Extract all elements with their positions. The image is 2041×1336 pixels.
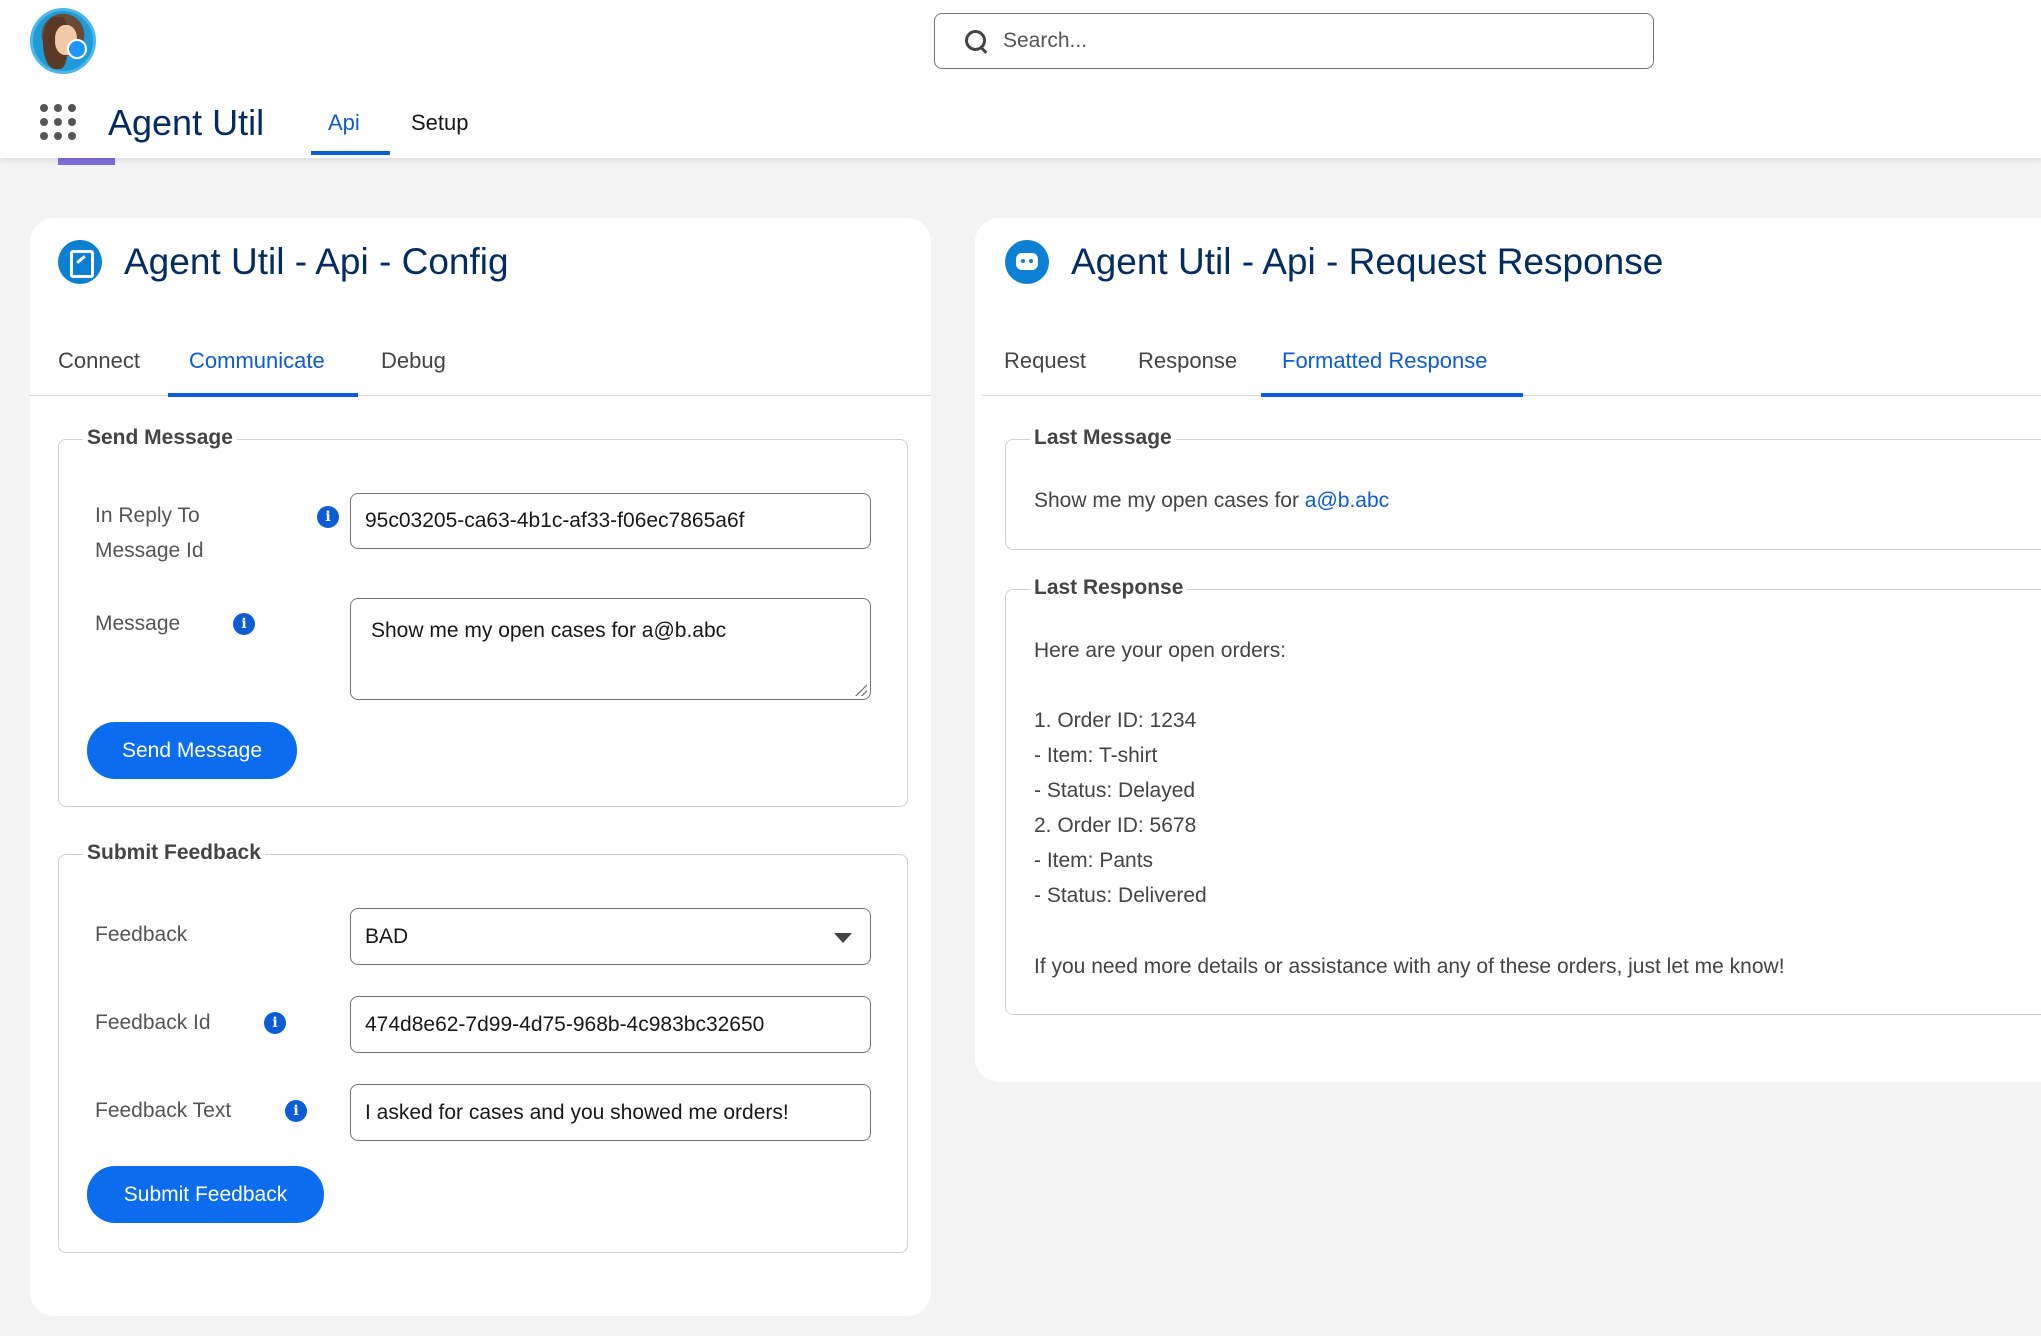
send-message-section: Send Message In Reply To Message Id i 95… [58,426,908,807]
global-search[interactable] [934,13,1654,69]
feedback-text-input[interactable]: I asked for cases and you showed me orde… [350,1084,871,1141]
app-launcher-icon[interactable] [40,104,76,140]
last-response-intro: Here are your open orders: [1034,639,1287,662]
avatar-badge-icon [67,39,87,59]
tab-formatted-response[interactable]: Formatted Response [1282,348,1487,374]
feedback-id-input[interactable]: 474d8e62-7d99-4d75-968b-4c983bc32650 [350,996,871,1053]
tab-active-indicator [1261,393,1523,397]
search-input[interactable] [1003,29,1623,53]
response-line: 1. Order ID: 1234 [1034,709,1197,732]
config-card-header: Agent Util - Api - Config [58,240,509,284]
tab-response[interactable]: Response [1138,348,1237,374]
response-line: - Item: Pants [1034,849,1154,872]
feedback-select[interactable]: BAD [350,908,871,965]
submit-feedback-button[interactable]: Submit Feedback [87,1166,324,1223]
nav-tab-api[interactable]: Api [328,110,360,136]
feedback-label: Feedback [95,923,188,946]
tab-active-indicator [168,393,358,397]
textarea-resize-handle[interactable] [855,684,867,696]
request-response-card: Agent Util - Api - Request Response Requ… [975,218,2041,1082]
config-card: Agent Util - Api - Config Connect Commun… [30,218,931,1316]
response-line: - Status: Delivered [1034,884,1207,907]
config-tabs: Connect Communicate Debug [30,314,931,397]
email-link[interactable]: a@b.abc [1305,489,1389,512]
last-response-legend: Last Response [1030,576,1188,600]
last-response-section: Last Response Here are your open orders:… [1005,576,2041,1015]
config-card-title: Agent Util - Api - Config [124,241,509,282]
nav-tab-active-indicator [311,151,390,155]
search-icon [963,28,989,54]
global-header: Agent Util Api Setup [0,0,2041,158]
response-line: - Item: T-shirt [1034,744,1158,767]
app-name: Agent Util [108,102,265,143]
user-avatar[interactable] [30,8,96,74]
last-message-section: Last Message Show me my open cases for a… [1005,426,2041,550]
feedback-text-label: Feedback Text [95,1099,232,1122]
bot-icon [1005,240,1049,284]
response-card-header: Agent Util - Api - Request Response [1005,240,1663,284]
tab-connect[interactable]: Connect [58,348,140,374]
nav-tab-setup[interactable]: Setup [411,110,469,136]
response-tabs: Request Response Formatted Response [982,314,2041,397]
page-accent-strip [58,158,115,165]
reply-to-label: In Reply To Message Id [95,504,204,562]
last-message-text: Show me my open cases for a@b.abc [1034,489,1390,512]
tab-communicate[interactable]: Communicate [189,348,325,374]
tab-debug[interactable]: Debug [381,348,446,374]
last-message-legend: Last Message [1030,426,1176,450]
message-info-icon[interactable]: i [233,613,255,635]
message-textarea[interactable]: Show me my open cases for a@b.abc [350,598,871,700]
last-response-list: 1. Order ID: 1234 - Item: T-shirt - Stat… [1034,703,1207,913]
message-label: Message [95,612,181,635]
send-message-button[interactable]: Send Message [87,722,297,779]
last-response-closing: If you need more details or assistance w… [1034,955,1785,978]
response-line: - Status: Delayed [1034,779,1196,802]
reply-to-info-icon[interactable]: i [317,506,339,528]
tab-request[interactable]: Request [1004,348,1086,374]
response-card-title: Agent Util - Api - Request Response [1071,241,1664,282]
submit-feedback-section: Submit Feedback Feedback BAD Feedback Id… [58,841,908,1253]
response-line: 2. Order ID: 5678 [1034,814,1197,837]
submit-feedback-legend: Submit Feedback [83,841,265,865]
reply-to-input[interactable]: 95c03205-ca63-4b1c-af33-f06ec7865a6f [350,493,871,549]
send-message-legend: Send Message [83,426,237,450]
feedback-id-info-icon[interactable]: i [264,1012,286,1034]
chevron-down-icon [834,933,852,943]
feedback-id-label: Feedback Id [95,1011,211,1034]
config-doc-icon [58,240,102,284]
feedback-text-info-icon[interactable]: i [285,1100,307,1122]
